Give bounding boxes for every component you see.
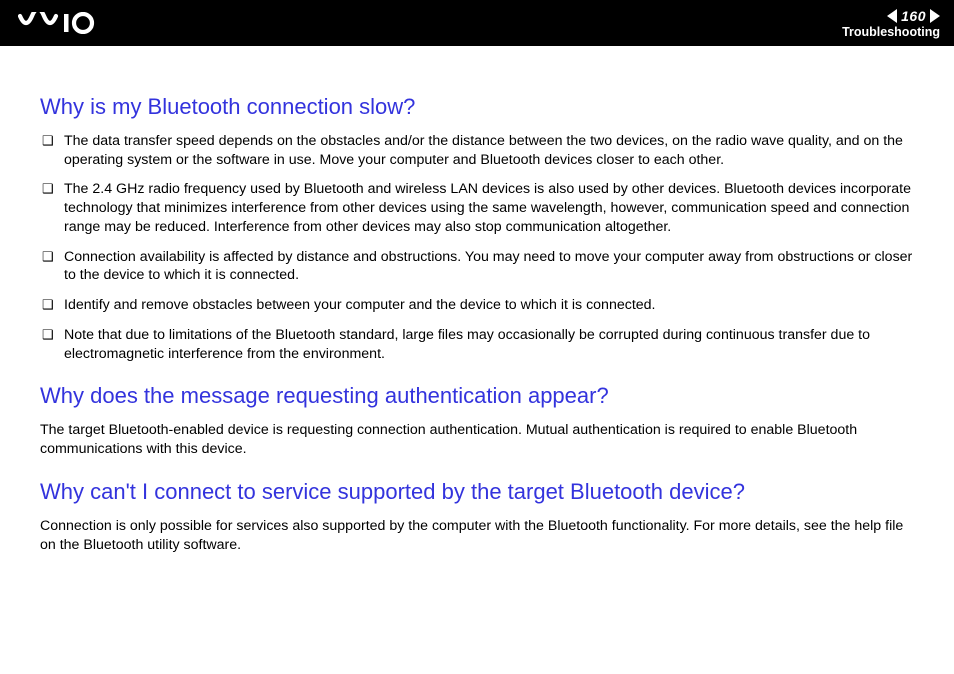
page-navigation: 160 [887,8,940,24]
list-item: Note that due to limitations of the Blue… [42,326,914,363]
question-heading-2: Why does the message requesting authenti… [40,383,914,409]
page-content: Why is my Bluetooth connection slow? The… [0,46,954,554]
question-heading-3: Why can't I connect to service supported… [40,479,914,505]
page-number: 160 [897,8,930,24]
header-bar: 160 Troubleshooting [0,0,954,46]
body-text-3: Connection is only possible for services… [40,517,914,554]
question-heading-1: Why is my Bluetooth connection slow? [40,94,914,120]
list-item: Identify and remove obstacles between yo… [42,296,914,315]
bullet-list-1: The data transfer speed depends on the o… [42,132,914,363]
header-right: 160 Troubleshooting [842,8,940,39]
list-item: The data transfer speed depends on the o… [42,132,914,169]
list-item: The 2.4 GHz radio frequency used by Blue… [42,180,914,236]
vaio-logo [18,12,118,34]
prev-page-icon[interactable] [887,9,897,23]
body-text-2: The target Bluetooth-enabled device is r… [40,421,914,458]
list-item: Connection availability is affected by d… [42,248,914,285]
next-page-icon[interactable] [930,9,940,23]
section-label: Troubleshooting [842,25,940,39]
